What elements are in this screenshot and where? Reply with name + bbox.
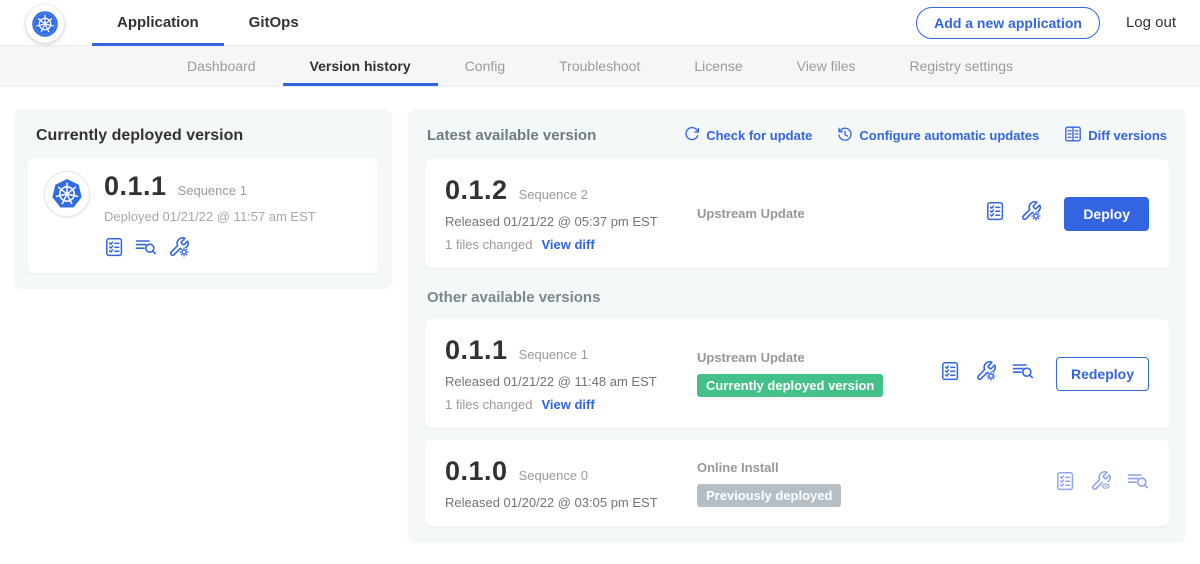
configure-automatic-updates-label: Configure automatic updates bbox=[859, 128, 1039, 143]
add-application-button[interactable]: Add a new application bbox=[916, 7, 1100, 39]
version-sequence: Sequence 0 bbox=[519, 468, 588, 483]
version-card-0-1-2: 0.1.2 Sequence 2 Released 01/21/22 @ 05:… bbox=[425, 159, 1169, 268]
version-card-0-1-1: 0.1.1 Sequence 1 Released 01/21/22 @ 11:… bbox=[425, 319, 1169, 428]
redeploy-button[interactable]: Redeploy bbox=[1056, 357, 1149, 391]
files-changed-label: 1 files changed bbox=[445, 237, 532, 252]
files-changed-label: 1 files changed bbox=[445, 397, 532, 412]
view-diff-link[interactable]: View diff bbox=[541, 237, 594, 252]
configure-automatic-updates-link[interactable]: Configure automatic updates bbox=[837, 126, 1039, 145]
version-number: 0.1.0 bbox=[445, 456, 508, 487]
subnav-tab-view-files[interactable]: View files bbox=[770, 46, 883, 86]
view-config-icon[interactable] bbox=[1090, 470, 1112, 497]
main-content: Currently deployed version 0.1.1 Sequenc… bbox=[0, 87, 1200, 543]
diff-icon bbox=[1064, 125, 1082, 146]
version-history-panel: Latest available version Check for updat… bbox=[408, 109, 1186, 543]
version-sequence: Sequence 1 bbox=[519, 347, 588, 362]
kubernetes-logo[interactable] bbox=[26, 5, 64, 43]
logout-button[interactable]: Log out bbox=[1126, 14, 1176, 31]
subnav-tab-registry-settings[interactable]: Registry settings bbox=[883, 46, 1040, 86]
view-diff-link[interactable]: View diff bbox=[541, 397, 594, 412]
app-kubernetes-icon bbox=[44, 171, 90, 217]
subnav-tab-license[interactable]: License bbox=[667, 46, 769, 86]
version-card-0-1-0: 0.1.0 Sequence 0 Released 01/20/22 @ 03:… bbox=[425, 440, 1169, 526]
subnav-tab-troubleshoot[interactable]: Troubleshoot bbox=[532, 46, 667, 86]
deploy-button[interactable]: Deploy bbox=[1064, 197, 1149, 231]
currently-deployed-card: 0.1.1 Sequence 1 Deployed 01/21/22 @ 11:… bbox=[28, 158, 378, 273]
preflight-checks-icon[interactable] bbox=[985, 201, 1005, 226]
view-files-icon[interactable] bbox=[1012, 361, 1034, 386]
released-timestamp: Released 01/21/22 @ 05:37 pm EST bbox=[445, 214, 697, 229]
preflight-checks-icon[interactable] bbox=[940, 361, 960, 386]
preflight-checks-icon[interactable] bbox=[104, 237, 124, 257]
view-files-icon[interactable] bbox=[1127, 471, 1149, 496]
config-icon[interactable] bbox=[975, 360, 997, 387]
deployed-sequence: Sequence 1 bbox=[178, 183, 247, 198]
tab-gitops[interactable]: GitOps bbox=[224, 0, 324, 46]
subnav-tab-config[interactable]: Config bbox=[438, 46, 532, 86]
refresh-icon bbox=[684, 126, 700, 145]
version-number: 0.1.1 bbox=[445, 335, 508, 366]
deployed-timestamp: Deployed 01/21/22 @ 11:57 am EST bbox=[104, 209, 316, 224]
version-source: Upstream Update bbox=[697, 206, 805, 221]
currently-deployed-title: Currently deployed version bbox=[36, 127, 378, 145]
preflight-checks-icon[interactable] bbox=[1055, 471, 1075, 496]
released-timestamp: Released 01/21/22 @ 11:48 am EST bbox=[445, 374, 697, 389]
app-tabs: Application GitOps bbox=[92, 0, 324, 46]
diff-versions-link[interactable]: Diff versions bbox=[1064, 125, 1167, 146]
other-available-heading: Other available versions bbox=[427, 289, 1167, 306]
currently-deployed-badge: Currently deployed version bbox=[697, 374, 883, 397]
check-for-update-link[interactable]: Check for update bbox=[684, 126, 812, 145]
subnav-tab-dashboard[interactable]: Dashboard bbox=[160, 46, 283, 86]
deployed-version-number: 0.1.1 bbox=[104, 171, 167, 202]
schedule-icon bbox=[837, 126, 853, 145]
view-files-icon[interactable] bbox=[135, 237, 157, 257]
version-source: Upstream Update bbox=[697, 350, 805, 365]
currently-deployed-panel: Currently deployed version 0.1.1 Sequenc… bbox=[14, 109, 392, 289]
version-sequence: Sequence 2 bbox=[519, 187, 588, 202]
app-subnav: Dashboard Version history Config Trouble… bbox=[0, 46, 1200, 87]
version-number: 0.1.2 bbox=[445, 175, 508, 206]
diff-versions-label: Diff versions bbox=[1088, 128, 1167, 143]
latest-available-heading: Latest available version bbox=[427, 127, 596, 144]
subnav-tab-version-history[interactable]: Version history bbox=[283, 46, 438, 86]
config-icon[interactable] bbox=[168, 236, 190, 258]
released-timestamp: Released 01/20/22 @ 03:05 pm EST bbox=[445, 495, 697, 510]
top-navbar: Application GitOps Add a new application… bbox=[0, 0, 1200, 46]
previously-deployed-badge: Previously deployed bbox=[697, 484, 841, 507]
check-for-update-label: Check for update bbox=[706, 128, 812, 143]
tab-application[interactable]: Application bbox=[92, 0, 224, 46]
config-icon[interactable] bbox=[1020, 200, 1042, 227]
version-source: Online Install bbox=[697, 460, 779, 475]
